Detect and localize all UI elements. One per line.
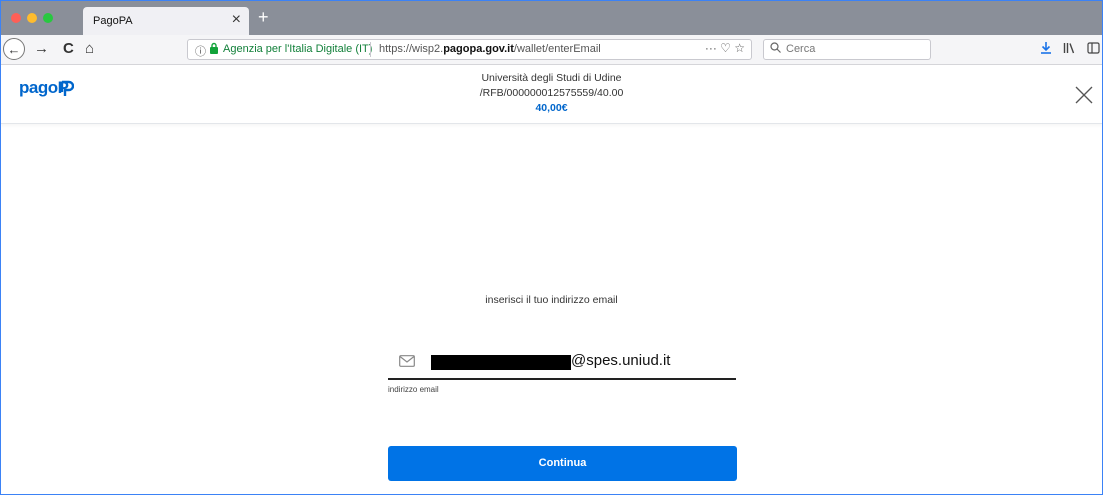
window-controls (11, 13, 53, 23)
toolbar-icons (1036, 41, 1102, 57)
download-icon[interactable] (1036, 41, 1056, 57)
payment-summary: Università degli Studi di Udine /RFB/000… (1, 71, 1102, 116)
page-actions-icon[interactable]: ··· ♡ ☆ (705, 41, 745, 55)
close-window-button[interactable] (11, 13, 21, 23)
merchant-name: Università degli Studi di Udine (481, 72, 622, 84)
email-field[interactable]: @spes.uniud.it (388, 344, 736, 380)
maximize-window-button[interactable] (43, 13, 53, 23)
minimize-window-button[interactable] (27, 13, 37, 23)
library-icon[interactable] (1060, 42, 1080, 57)
reload-button[interactable]: C (63, 39, 74, 59)
page-content: pagoP Università degli Studi di Udine /R… (1, 65, 1102, 494)
new-tab-button[interactable]: + (258, 7, 269, 27)
url-text[interactable]: https://wisp2.pagopa.gov.it/wallet/enter… (379, 43, 601, 55)
redacted-email-part (431, 355, 571, 370)
email-field-label: indirizzo email (388, 385, 439, 394)
search-icon (770, 42, 781, 56)
info-icon[interactable]: ⓘ (195, 43, 206, 59)
tab-pagopa[interactable]: PagoPA × (83, 7, 249, 35)
search-bar[interactable]: Cerca (763, 39, 931, 60)
email-value[interactable]: @spes.uniud.it (571, 352, 670, 369)
address-bar[interactable]: ⓘ Agenzia per l'Italia Digitale (IT) htt… (187, 39, 752, 60)
payment-amount: 40,00€ (535, 102, 568, 114)
back-button[interactable]: ← (3, 38, 25, 60)
tab-bar: PagoPA × + (1, 1, 1102, 35)
payment-reference: /RFB/000000012575559/40.00 (479, 87, 624, 99)
mail-icon (399, 355, 415, 367)
close-icon[interactable] (1074, 85, 1094, 105)
sidebar-icon[interactable] (1083, 42, 1102, 57)
email-prompt: inserisci il tuo indirizzo email (485, 294, 618, 306)
site-identity[interactable]: Agenzia per l'Italia Digitale (IT) (223, 43, 372, 55)
tab-title: PagoPA (93, 15, 133, 27)
lock-icon[interactable] (209, 42, 219, 57)
forward-button[interactable]: → (34, 39, 49, 59)
page-header: pagoP Università degli Studi di Udine /R… (1, 65, 1102, 124)
continue-button[interactable]: Continua (388, 446, 737, 481)
search-placeholder: Cerca (786, 43, 816, 55)
tab-close-icon[interactable]: × (232, 11, 241, 29)
url-divider (370, 42, 371, 57)
navigation-bar: ← → C ⌂ ⓘ Agenzia per l'Italia Digitale … (1, 35, 1102, 65)
home-button[interactable]: ⌂ (85, 39, 94, 59)
browser-window: PagoPA × + ← → C ⌂ ⓘ Agenzia per l'Itali… (0, 0, 1103, 495)
